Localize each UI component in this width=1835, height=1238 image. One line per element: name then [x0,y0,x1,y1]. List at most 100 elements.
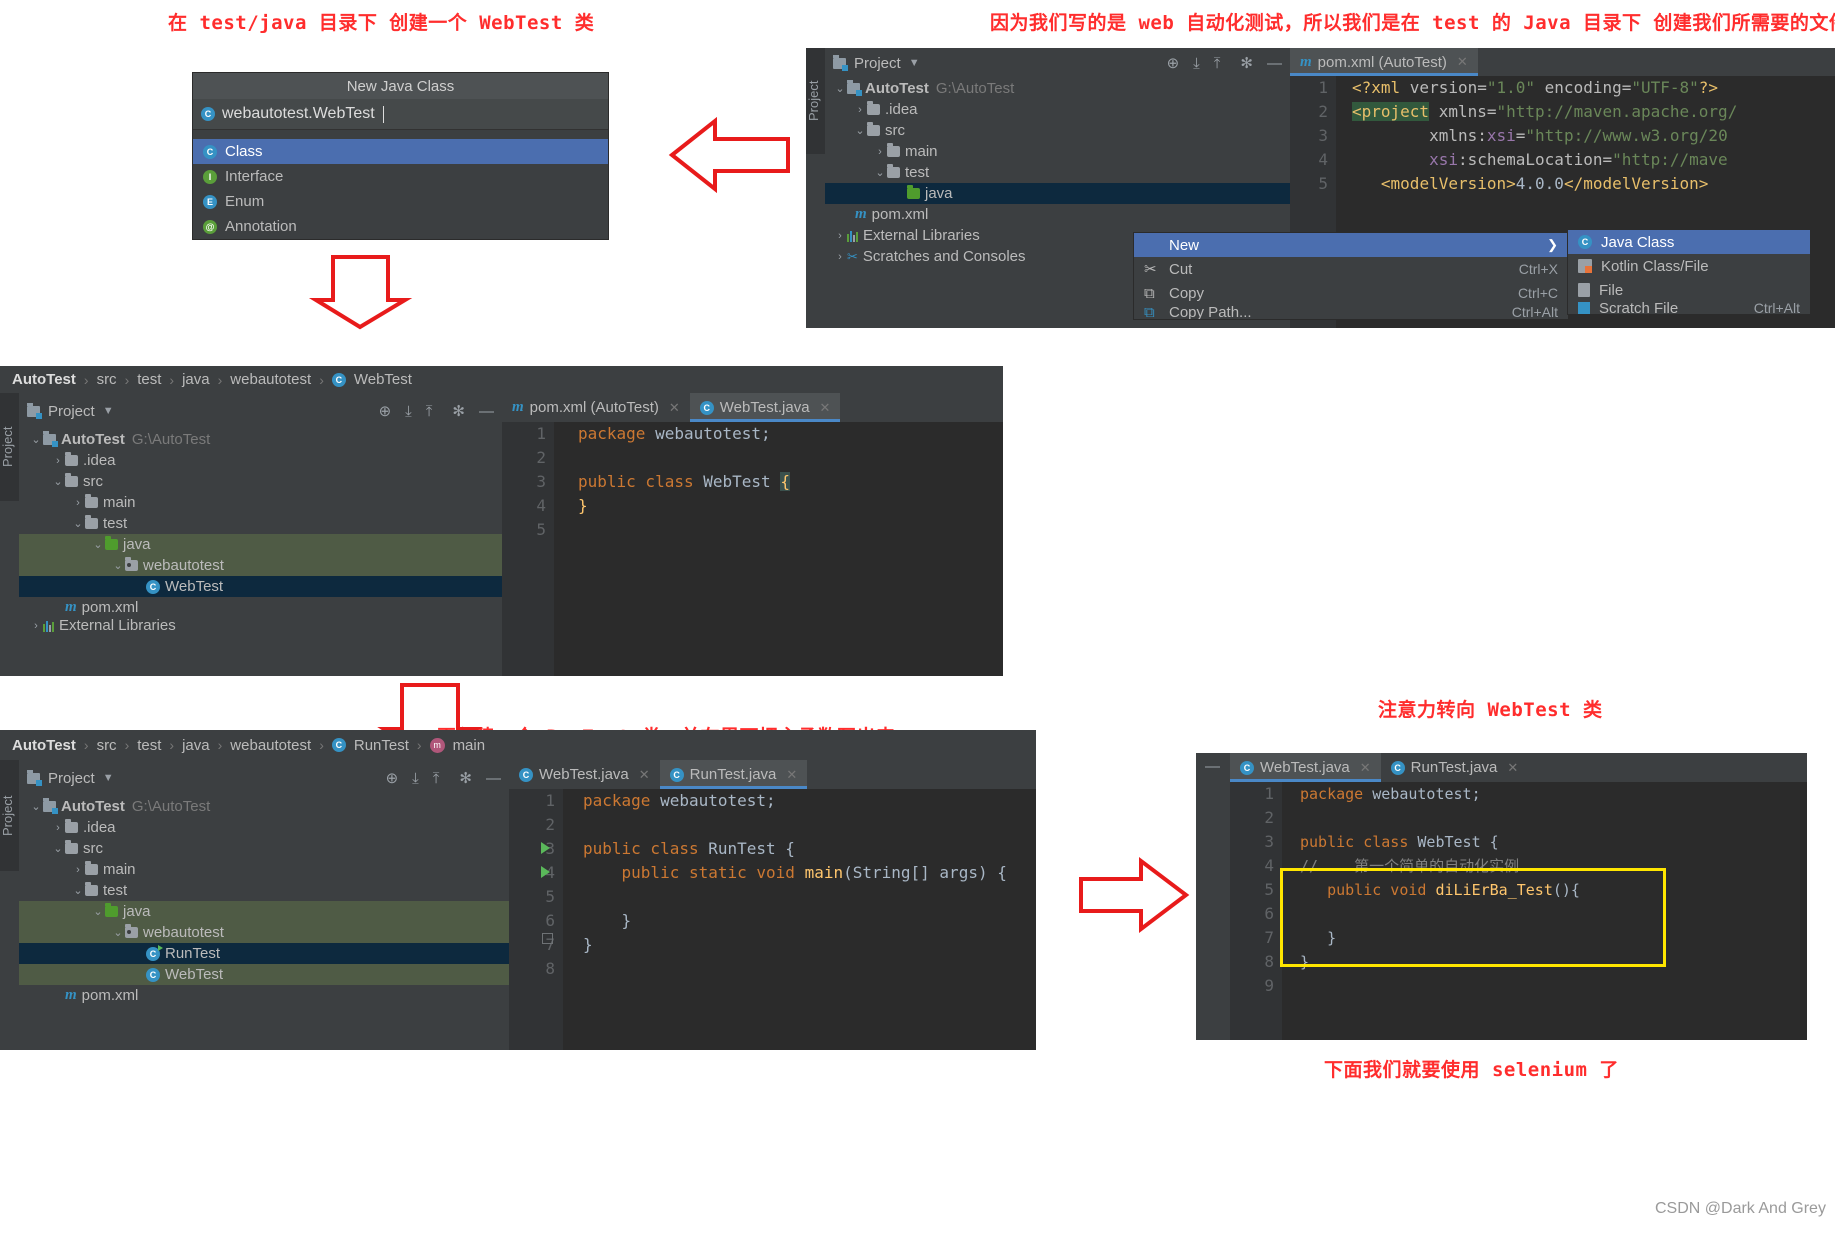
run-gutter-icon-line4[interactable] [541,866,550,878]
chevron-down-icon[interactable]: ▼ [103,405,114,417]
tree-item-java[interactable]: ⌄ java [19,534,574,555]
chevron-down-icon[interactable]: ▼ [103,772,114,784]
chevron-down-icon[interactable]: ⌄ [71,517,85,530]
fold-gutter-icon[interactable] [542,933,553,944]
gear-icon[interactable]: ✻ [1240,54,1253,72]
locate-icon[interactable]: ⊕ [379,402,392,420]
tree-item-src[interactable]: ⌄ src [19,838,509,859]
tab-webtest-java[interactable]: C WebTest.java ✕ [509,760,660,789]
chevron-right-icon[interactable]: › [833,230,847,242]
minimize-icon[interactable]: — [479,403,494,420]
chevron-right-icon[interactable]: › [873,146,887,158]
chevron-down-icon[interactable]: ⌄ [29,433,43,446]
tree-item-idea[interactable]: › .idea [19,817,509,838]
breadcrumb-item-java[interactable]: java [176,371,216,388]
tree-item-autotest[interactable]: ⌄ AutoTest G:\AutoTest [19,796,509,817]
code-area[interactable]: package webautotest; public class WebTes… [1282,782,1807,1040]
expand-all-icon[interactable]: ⤓ [405,403,412,420]
close-icon[interactable]: ✕ [639,767,650,783]
tree-item-test[interactable]: ⌄ test [19,880,509,901]
breadcrumb-item-webautotest[interactable]: webautotest [224,737,317,754]
tab-webtest-java[interactable]: C WebTest.java ✕ [689,393,841,422]
close-icon[interactable]: ✕ [820,400,831,416]
tree-item-java[interactable]: ⌄ java [19,901,581,922]
tree-item-autotest[interactable]: ⌄ AutoTest G:\AutoTest [19,429,502,450]
tree-item-main[interactable]: › main [825,141,1290,162]
tree-item-external-libraries[interactable]: › External Libraries [19,618,502,633]
collapse-all-icon[interactable]: ⤒ [1214,55,1221,72]
expand-all-icon[interactable]: ⤓ [412,770,419,787]
chevron-right-icon[interactable]: › [29,620,43,632]
chevron-down-icon[interactable]: ⌄ [51,842,65,855]
collapse-all-icon[interactable]: ⤒ [426,403,433,420]
breadcrumb-item-java[interactable]: java [176,737,216,754]
chevron-down-icon[interactable]: ⌄ [91,538,105,551]
menu-item-new[interactable]: New ❯ [1134,233,1568,257]
locate-icon[interactable]: ⊕ [1167,54,1180,72]
chevron-right-icon[interactable]: › [833,251,847,263]
project-vertical-tab[interactable]: Project [806,48,825,154]
chevron-down-icon[interactable]: ⌄ [873,166,887,179]
option-class[interactable]: C Class [193,139,608,164]
breadcrumb-item-autotest[interactable]: AutoTest [6,371,82,388]
chevron-down-icon[interactable]: ⌄ [853,124,867,137]
gear-icon[interactable]: ✻ [452,402,465,420]
tree-item-test[interactable]: ⌄ test [825,162,1290,183]
minimize-icon[interactable]: — [1205,758,1220,775]
breadcrumb-item-webautotest[interactable]: webautotest [224,371,317,388]
close-icon[interactable]: ✕ [1507,760,1518,776]
breadcrumb-item-runtest[interactable]: RunTest [348,737,415,754]
submenu-item-kotlin[interactable]: Kotlin Class/File [1568,254,1810,278]
collapse-all-icon[interactable]: ⤒ [433,770,440,787]
menu-item-cut[interactable]: ✂ Cut Ctrl+X [1134,257,1568,281]
project-vertical-tab[interactable]: Project [0,760,19,871]
chevron-down-icon[interactable]: ⌄ [29,800,43,813]
breadcrumb-item-test[interactable]: test [131,371,167,388]
chevron-right-icon[interactable]: › [853,104,867,116]
gear-icon[interactable]: ✻ [459,769,472,787]
breadcrumb-item-main[interactable]: main [447,737,492,754]
tree-item-idea[interactable]: › .idea [825,99,1290,120]
code-area[interactable]: package webautotest; public class RunTes… [563,789,1036,1050]
chevron-down-icon[interactable]: ▼ [909,57,920,69]
breadcrumb-item-webtest[interactable]: WebTest [348,371,418,388]
chevron-right-icon[interactable]: › [71,497,85,509]
menu-item-copy-path[interactable]: ⧉ Copy Path... Ctrl+Alt [1134,305,1568,319]
chevron-down-icon[interactable]: ⌄ [71,884,85,897]
code-area[interactable]: package webautotest; public class WebTes… [554,422,1003,676]
chevron-right-icon[interactable]: › [51,455,65,467]
tree-item-main[interactable]: › main [19,859,509,880]
tree-item-src[interactable]: ⌄ src [825,120,1290,141]
chevron-down-icon[interactable]: ⌄ [111,926,125,939]
option-enum[interactable]: E Enum [193,189,608,214]
tab-pom-xml[interactable]: m pom.xml (AutoTest) ✕ [502,393,690,422]
tree-item-src[interactable]: ⌄ src [19,471,502,492]
tree-item-idea[interactable]: › .idea [19,450,502,471]
tree-item-test[interactable]: ⌄ test [19,513,502,534]
option-interface[interactable]: I Interface [193,164,608,189]
runtest-editor[interactable]: 1 2 3 4 5 6 7 8 package webautotest; pub… [509,789,1036,1050]
webtest-editor[interactable]: 1 2 3 4 5 package webautotest; public cl… [502,422,1003,676]
tree-item-autotest[interactable]: ⌄ AutoTest G:\AutoTest [825,78,1290,99]
tree-item-main[interactable]: › main [19,492,502,513]
breadcrumb-item-test[interactable]: test [131,737,167,754]
option-annotation[interactable]: @ Annotation [193,214,608,239]
chevron-down-icon[interactable]: ⌄ [833,82,847,95]
menu-item-copy[interactable]: ⧉ Copy Ctrl+C [1134,281,1568,305]
submenu-item-file[interactable]: File [1568,278,1810,302]
chevron-down-icon[interactable]: ⌄ [51,475,65,488]
close-icon[interactable]: ✕ [1360,760,1371,776]
close-icon[interactable]: ✕ [669,400,680,416]
submenu-item-scratch-file[interactable]: Scratch File Ctrl+Alt [1568,302,1810,314]
breadcrumb-item-src[interactable]: src [91,737,123,754]
tab-runtest-java[interactable]: C RunTest.java ✕ [659,760,808,789]
webtest-editor-2[interactable]: 1 2 3 4 5 6 7 8 9 package webautotest; p… [1230,782,1807,1040]
submenu-item-java-class[interactable]: C Java Class [1568,230,1810,254]
run-gutter-icon-line3[interactable] [541,842,550,854]
chevron-right-icon[interactable]: › [51,822,65,834]
chevron-down-icon[interactable]: ⌄ [91,905,105,918]
breadcrumb-item-src[interactable]: src [91,371,123,388]
breadcrumb-item-autotest[interactable]: AutoTest [6,737,82,754]
expand-all-icon[interactable]: ⤓ [1193,55,1200,72]
class-name-input[interactable]: C webautotest.WebTest [193,99,608,130]
